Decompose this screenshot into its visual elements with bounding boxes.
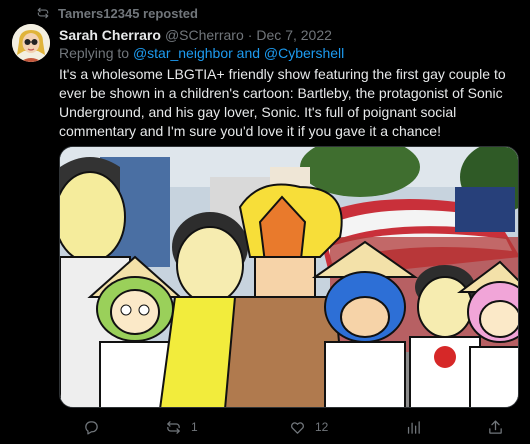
avatar[interactable] — [12, 24, 50, 62]
reply-context: Replying to @star_neighbor and @Cybershe… — [59, 45, 344, 61]
tweet-media-image[interactable] — [59, 146, 519, 408]
repost-indicator[interactable]: Tamers12345 reposted — [36, 5, 198, 21]
reply-conjunction: and — [236, 45, 261, 61]
like-button[interactable]: 12 — [289, 419, 328, 436]
repost-label: Tamers12345 reposted — [58, 5, 198, 21]
share-icon — [489, 419, 502, 434]
reply-prefix: Replying to — [59, 45, 130, 61]
reply-button[interactable] — [83, 419, 109, 436]
heart-icon — [291, 421, 304, 434]
mention-star-neighbor[interactable]: @star_neighbor — [133, 45, 233, 61]
action-bar: 1 12 — [59, 416, 519, 438]
share-button[interactable] — [487, 419, 513, 436]
tweet-header: Sarah Cherraro @SCherraro · Dec 7, 2022 — [59, 26, 332, 44]
reply-icon — [85, 420, 98, 435]
views-button[interactable] — [405, 419, 431, 436]
mention-cybershell[interactable]: @Cybershell — [264, 45, 344, 61]
author-display-name[interactable]: Sarah Cherraro — [59, 27, 161, 43]
repost-icon — [167, 420, 180, 434]
repost-button[interactable]: 1 — [165, 419, 198, 436]
repost-count: 1 — [191, 420, 198, 434]
repost-icon — [37, 7, 49, 19]
tweet-text: It's a wholesome LBGTIA+ friendly show f… — [59, 66, 506, 139]
tweet-date[interactable]: Dec 7, 2022 — [256, 27, 332, 43]
stats-icon — [407, 420, 420, 434]
author-handle[interactable]: @SCherraro — [165, 27, 244, 43]
header-separator: · — [247, 27, 253, 43]
like-count: 12 — [315, 420, 329, 434]
